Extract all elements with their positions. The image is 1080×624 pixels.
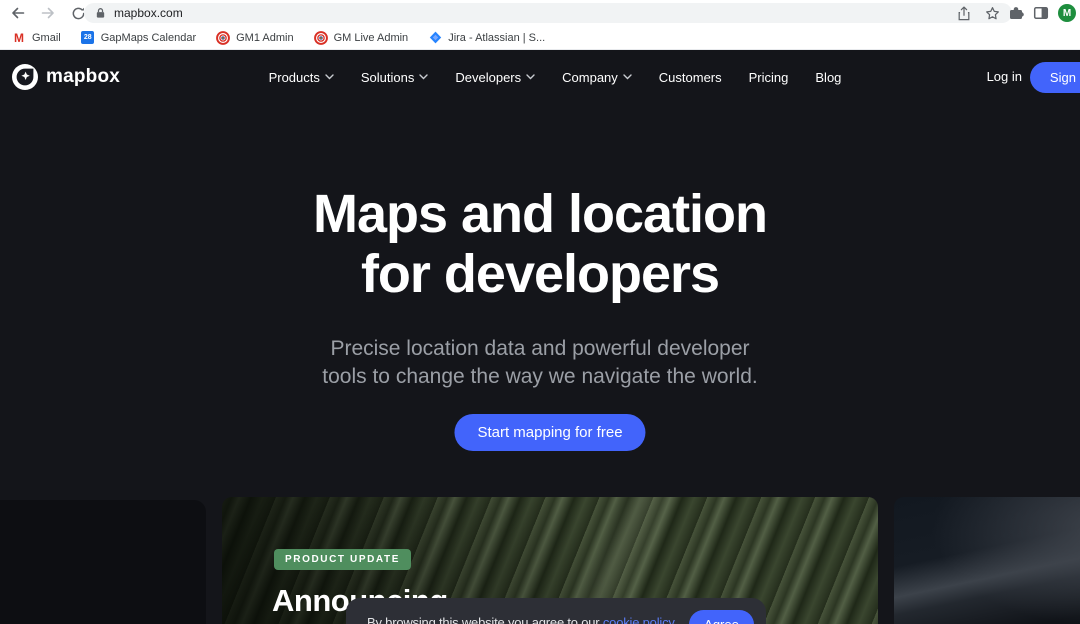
- bookmark-jira[interactable]: Jira - Atlassian | S...: [428, 31, 545, 45]
- hero-subtitle-line2: tools to change the way we navigate the …: [0, 363, 1080, 391]
- lock-icon: [95, 7, 106, 19]
- cookie-text: By browsing this website you agree to ou…: [367, 610, 677, 624]
- nav-company[interactable]: Company: [562, 70, 632, 85]
- nav-customers[interactable]: Customers: [659, 70, 722, 85]
- target-icon: [314, 31, 328, 45]
- bookmarks-bar: M Gmail 28 GapMaps Calendar GM1 Admin GM…: [0, 26, 1080, 50]
- cookie-policy-link[interactable]: cookie policy: [603, 615, 674, 624]
- login-link[interactable]: Log in: [987, 69, 1022, 84]
- bookmark-gmail[interactable]: M Gmail: [12, 31, 61, 45]
- bookmark-gapmaps-calendar[interactable]: 28 GapMaps Calendar: [81, 31, 196, 45]
- carousel-card-right[interactable]: [894, 497, 1080, 624]
- bookmark-label: GM1 Admin: [236, 32, 293, 44]
- mapbox-page: mapbox Products Solutions Developers Com…: [0, 50, 1080, 624]
- hero-subtitle: Precise location data and powerful devel…: [0, 335, 1080, 391]
- carousel-card-left[interactable]: [0, 500, 206, 624]
- nav-blog[interactable]: Blog: [815, 70, 841, 85]
- gmail-icon: M: [12, 31, 26, 45]
- extensions-icon[interactable]: [1008, 5, 1024, 21]
- forward-icon: [40, 5, 56, 21]
- back-button[interactable]: [6, 2, 30, 24]
- bookmark-label: GapMaps Calendar: [101, 32, 196, 44]
- jira-icon: [429, 31, 442, 44]
- calendar-icon: 28: [81, 31, 94, 44]
- bookmark-gm1-admin[interactable]: GM1 Admin: [216, 31, 293, 45]
- browser-toolbar: mapbox.com M: [0, 0, 1080, 26]
- chevron-down-icon: [419, 74, 428, 80]
- chevron-down-icon: [623, 74, 632, 80]
- hero-title-line1: Maps and location: [0, 184, 1080, 244]
- hero-title: Maps and location for developers: [0, 184, 1080, 304]
- nav-products[interactable]: Products: [269, 70, 334, 85]
- nav-solutions[interactable]: Solutions: [361, 70, 428, 85]
- bookmark-label: GM Live Admin: [334, 32, 409, 44]
- site-header: mapbox Products Solutions Developers Com…: [0, 50, 1080, 104]
- cookie-banner: By browsing this website you agree to ou…: [346, 598, 766, 624]
- hero-subtitle-line1: Precise location data and powerful devel…: [0, 335, 1080, 363]
- phone-mockup: [25, 590, 206, 624]
- bookmark-label: Gmail: [32, 32, 61, 44]
- main-nav: Products Solutions Developers Company Cu…: [0, 50, 1080, 104]
- bookmark-gm-live-admin[interactable]: GM Live Admin: [314, 31, 409, 45]
- bookmark-label: Jira - Atlassian | S...: [448, 32, 545, 44]
- product-update-badge: PRODUCT UPDATE: [274, 549, 411, 570]
- share-icon[interactable]: [957, 6, 971, 21]
- bookmark-star-icon[interactable]: [985, 6, 1000, 21]
- screen: mapbox.com M M Gmail 28 GapMaps Calendar…: [0, 0, 1080, 624]
- toolbar-right: M: [1008, 0, 1076, 26]
- sidebar-icon[interactable]: [1033, 5, 1049, 21]
- nav-pricing[interactable]: Pricing: [749, 70, 789, 85]
- hero-title-line2: for developers: [0, 244, 1080, 304]
- start-mapping-button[interactable]: Start mapping for free: [454, 414, 645, 451]
- url-text: mapbox.com: [114, 6, 957, 20]
- chevron-down-icon: [526, 74, 535, 80]
- forward-button[interactable]: [36, 2, 60, 24]
- back-icon: [10, 5, 26, 21]
- agree-button[interactable]: Agree: [689, 610, 754, 624]
- chevron-down-icon: [325, 74, 334, 80]
- target-icon: [216, 31, 230, 45]
- nav-developers[interactable]: Developers: [455, 70, 535, 85]
- signup-button[interactable]: Sign up: [1030, 62, 1080, 93]
- profile-avatar[interactable]: M: [1058, 4, 1076, 22]
- address-bar[interactable]: mapbox.com: [84, 3, 1012, 23]
